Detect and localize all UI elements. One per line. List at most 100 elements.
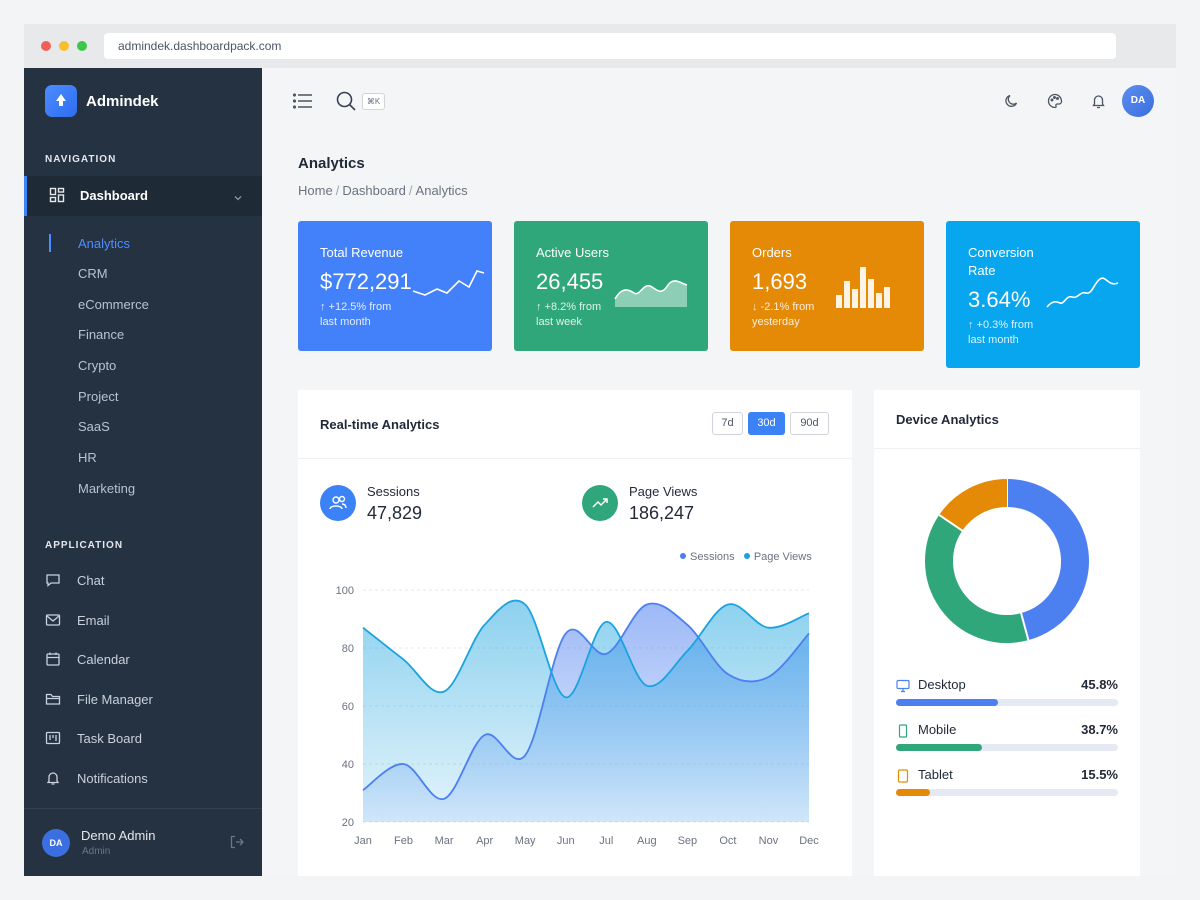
x-tick-label: Dec (799, 835, 819, 847)
stat-title-line: Conversion (968, 245, 1034, 260)
notifications-bell-icon[interactable] (1091, 93, 1106, 114)
sidebar-item-finance[interactable]: Finance (78, 327, 124, 342)
users-icon (320, 485, 356, 521)
stat-title: Conversion Rate (968, 244, 1034, 280)
sidebar-item-label: Email (77, 613, 110, 628)
series-area-1 (363, 600, 809, 822)
x-tick-label: Mar (435, 835, 454, 847)
panel-title: Real-time Analytics (320, 417, 440, 432)
stat-title-line: Rate (968, 263, 996, 278)
sidebar-item-calendar[interactable]: Calendar (24, 647, 262, 671)
sidebar-item-dashboard[interactable]: Dashboard (24, 176, 262, 216)
sidebar-item-file-manager[interactable]: File Manager (24, 687, 262, 711)
sidebar-item-analytics[interactable]: Analytics (78, 236, 130, 251)
sidebar-item-hr[interactable]: HR (78, 450, 97, 465)
legend-item-sessions[interactable]: Sessions (680, 551, 735, 563)
user-role: Admin (82, 846, 111, 857)
sidebar-item-crypto[interactable]: Crypto (78, 358, 116, 373)
user-profile: DA Demo Admin Admin (24, 808, 262, 876)
device-analytics-panel: Device Analytics Desktop 45.8% Mobile 38… (874, 390, 1140, 876)
orders-sparkline (836, 267, 890, 308)
brand-name[interactable]: Admindek (86, 93, 159, 110)
legend-swatch (680, 553, 686, 559)
avatar[interactable]: DA (42, 829, 70, 857)
range-90d-button[interactable]: 90d (790, 412, 829, 435)
stat-period: last month (320, 316, 371, 328)
sidebar-item-label: Calendar (77, 652, 130, 667)
x-tick-label: Sep (678, 835, 698, 847)
stat-period: last week (536, 316, 582, 328)
bell-icon (45, 770, 61, 791)
legend-swatch (743, 553, 750, 559)
close-window-button[interactable] (41, 41, 51, 51)
device-label: Desktop (918, 677, 966, 692)
x-tick-label: Oct (719, 835, 736, 847)
menu-toggle-icon[interactable] (292, 93, 313, 114)
page-title: Analytics (298, 155, 365, 172)
search-icon[interactable] (336, 91, 356, 116)
stat-period: last month (968, 334, 1019, 346)
user-name: Demo Admin (81, 828, 156, 843)
sidebar-item-project[interactable]: Project (78, 389, 118, 404)
nav-section-title: NAVIGATION (45, 154, 117, 165)
sidebar-item-crm[interactable]: CRM (78, 266, 108, 281)
dark-mode-moon-icon[interactable] (1005, 94, 1019, 113)
mail-icon (45, 612, 61, 633)
users-sparkline (614, 280, 688, 307)
revenue-sparkline (412, 270, 485, 296)
range-30d-button[interactable]: 30d (748, 412, 785, 435)
breadcrumb-home[interactable]: Home (298, 183, 333, 198)
chat-icon (45, 572, 61, 593)
dashboard-grid-icon (49, 187, 65, 208)
chevron-down-icon (233, 190, 243, 208)
stat-title: Total Revenue (320, 245, 404, 260)
sidebar-item-saas[interactable]: SaaS (78, 419, 110, 434)
app-section-title: APPLICATION (45, 540, 124, 551)
stat-value: 3.64% (968, 287, 1031, 312)
stat-card-users[interactable]: Active Users 26,455 ↑ +8.2% from last we… (514, 221, 708, 351)
legend-label: Page Views (753, 551, 812, 563)
y-tick-label: 20 (342, 817, 354, 829)
x-tick-label: Feb (394, 835, 413, 847)
sidebar-item-ecommerce[interactable]: eCommerce (78, 297, 149, 312)
logout-icon[interactable] (230, 835, 244, 854)
sessions-value: 47,829 (367, 503, 423, 523)
maximize-window-button[interactable] (77, 41, 87, 51)
range-7d-button[interactable]: 7d (712, 412, 743, 435)
sidebar-item-chat[interactable]: Chat (24, 568, 262, 592)
sidebar-item-label: Notifications (77, 771, 148, 786)
stat-card-conversion[interactable]: Conversion Rate 3.64% ↑ +0.3% from last m… (946, 221, 1140, 368)
progress-fill (896, 789, 931, 796)
stat-delta: ↑ +8.2% from (536, 301, 602, 313)
breadcrumb: Home / Dashboard / Analytics (298, 183, 468, 198)
realtime-area-chart: 20 40 60 80 100 Jan Feb Mar Apr May Jun Jul Aug Sep Oc… (336, 585, 820, 847)
sessions-label: Sessions (367, 484, 420, 499)
stat-value: 1,693 (752, 269, 808, 294)
avatar[interactable]: DA (1122, 85, 1154, 117)
minimize-window-button[interactable] (59, 41, 69, 51)
address-bar[interactable]: admindek.dashboardpack.com (104, 33, 1116, 59)
stat-value: 26,455 (536, 269, 604, 294)
x-tick-label: May (515, 835, 536, 847)
chart-legend: Sessions Page Views (680, 551, 812, 563)
brand-logo-icon[interactable] (45, 85, 77, 117)
stat-value: $772,291 (320, 269, 412, 294)
trending-up-icon (582, 485, 618, 521)
sidebar-item-task-board[interactable]: Task Board (24, 726, 262, 750)
sidebar-item-email[interactable]: Email (24, 608, 262, 632)
palette-icon[interactable] (1047, 93, 1063, 114)
breadcrumb-current: Analytics (415, 183, 468, 198)
device-percent: 38.7% (1081, 722, 1118, 737)
device-percent: 15.5% (1081, 767, 1118, 782)
stat-card-revenue[interactable]: Total Revenue $772,291 ↑ +12.5% from las… (298, 221, 492, 351)
stat-card-orders[interactable]: Orders 1,693 ↓ -2.1% from yesterday (730, 221, 924, 351)
legend-item-pageviews[interactable]: Page Views (743, 551, 812, 563)
kanban-icon (45, 730, 61, 751)
sidebar-item-label: Chat (77, 573, 105, 588)
pageviews-value: 186,247 (629, 503, 695, 523)
sidebar-item-marketing[interactable]: Marketing (78, 481, 135, 496)
donut-slice-desktop (1006, 479, 1089, 641)
sidebar: Admindek NAVIGATION Dashboard Analytics … (24, 68, 262, 876)
breadcrumb-dashboard[interactable]: Dashboard (342, 183, 406, 198)
sidebar-item-notifications[interactable]: Notifications (24, 766, 262, 790)
